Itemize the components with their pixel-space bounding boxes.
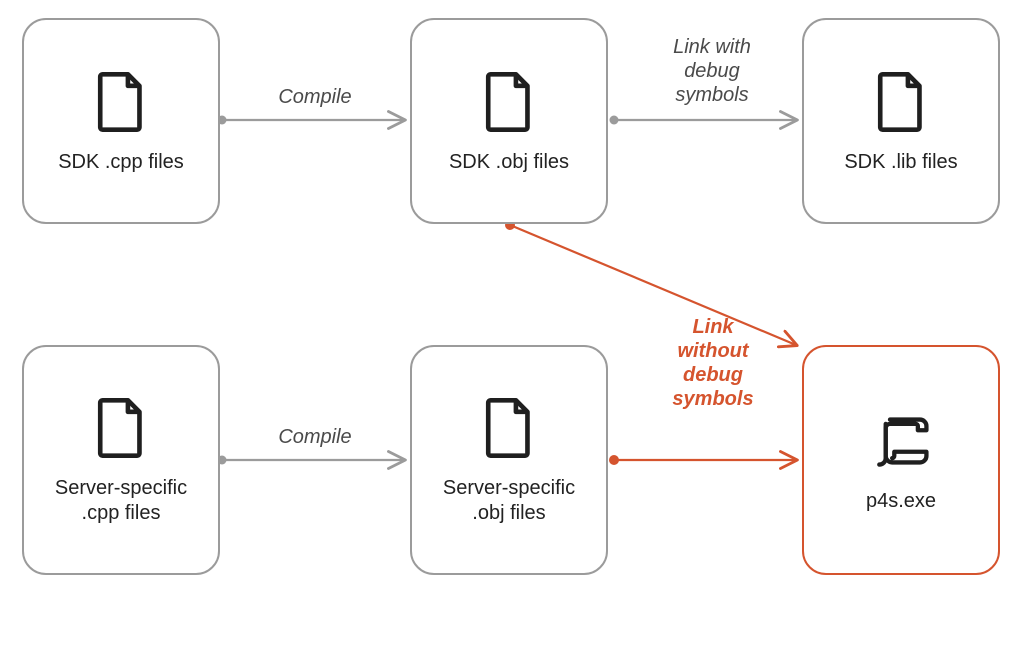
edge-label-compile-1: Compile <box>265 85 365 109</box>
edge-label-link-debug: Link withdebugsymbols <box>652 35 772 107</box>
node-label: SDK .cpp files <box>58 150 184 175</box>
node-label: p4s.exe <box>866 489 936 514</box>
edge-label-compile-2: Compile <box>265 425 365 449</box>
script-icon <box>875 411 927 471</box>
node-sdk-obj: SDK .obj files <box>410 18 608 224</box>
node-label: SDK .obj files <box>449 150 569 175</box>
edge-label-link-nodebug: Linkwithoutdebugsymbols <box>658 315 768 411</box>
node-sdk-cpp: SDK .cpp files <box>22 18 220 224</box>
file-icon <box>95 398 147 458</box>
node-srv-obj: Server-specific.obj files <box>410 345 608 575</box>
node-label: Server-specific.cpp files <box>55 476 187 526</box>
file-icon <box>483 72 535 132</box>
file-icon <box>483 398 535 458</box>
node-srv-cpp: Server-specific.cpp files <box>22 345 220 575</box>
file-icon <box>95 72 147 132</box>
node-p4s-exe: p4s.exe <box>802 345 1000 575</box>
node-sdk-lib: SDK .lib files <box>802 18 1000 224</box>
file-icon <box>875 72 927 132</box>
node-label: SDK .lib files <box>844 150 957 175</box>
node-label: Server-specific.obj files <box>443 476 575 526</box>
